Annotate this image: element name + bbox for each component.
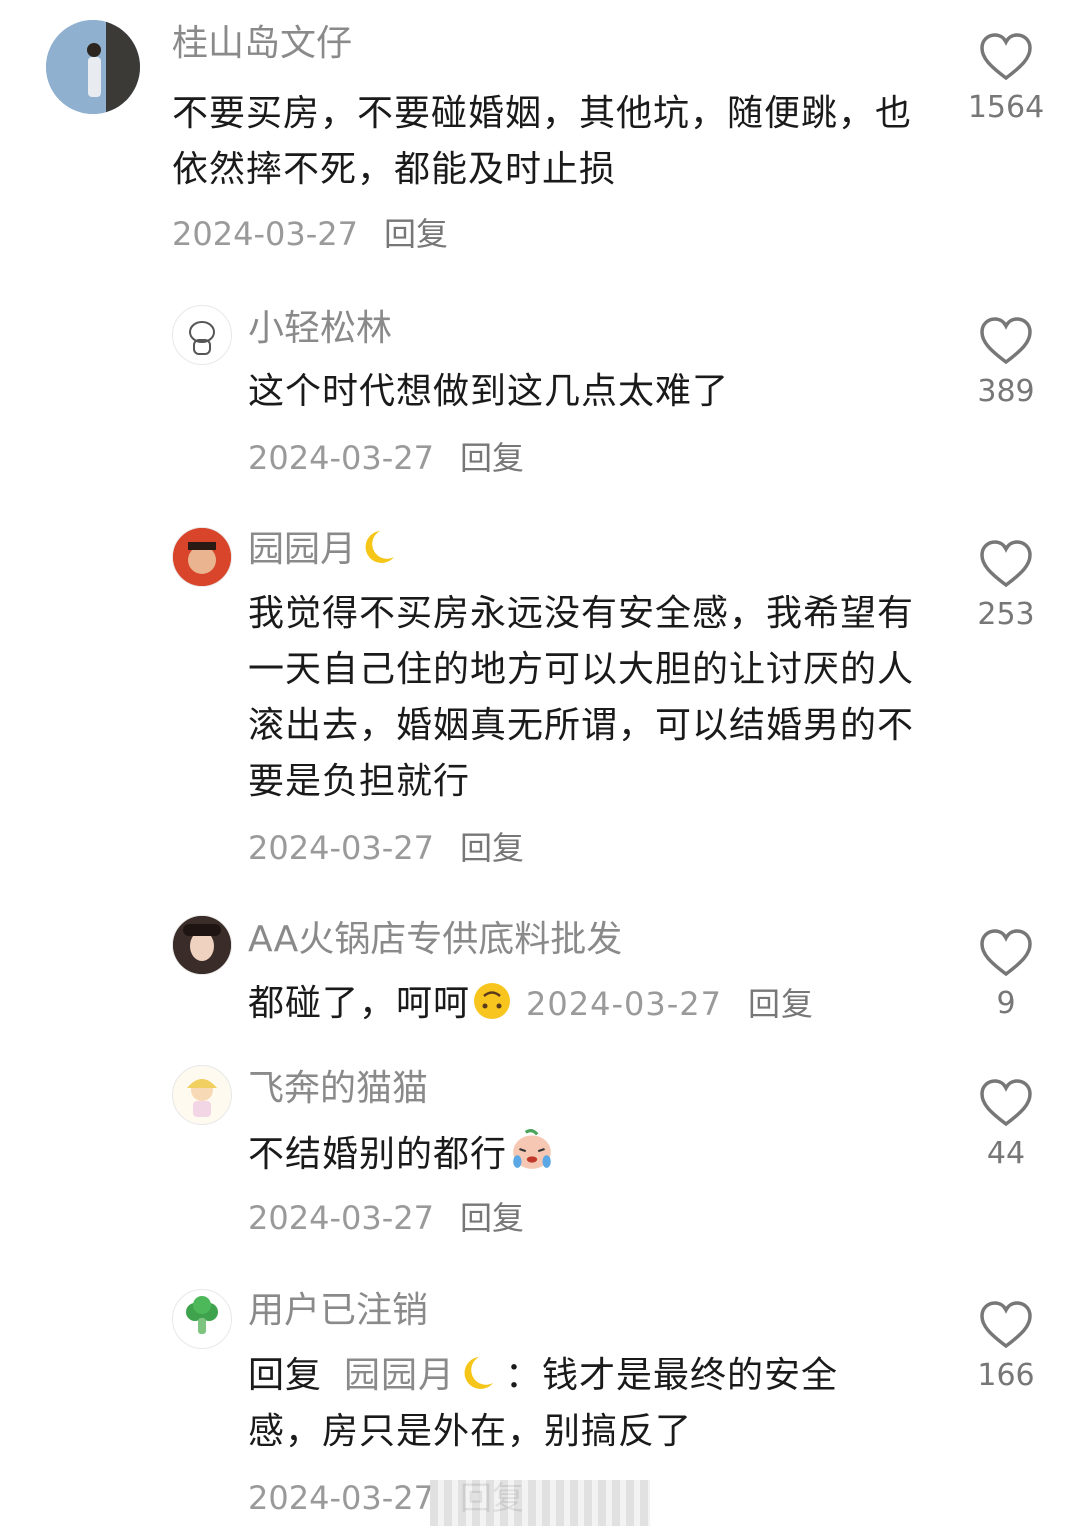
heart-outline-icon xyxy=(980,33,1032,81)
like-count: 389 xyxy=(977,374,1035,409)
comment-username[interactable]: 飞奔的猫猫 xyxy=(248,1065,428,1113)
heart-outline-icon xyxy=(980,929,1032,977)
watermark-blur xyxy=(430,1480,650,1526)
username-text: 园园月 xyxy=(248,529,357,570)
reply-button[interactable]: 回复 xyxy=(384,215,448,253)
avatar[interactable] xyxy=(172,915,232,975)
like-button[interactable]: 253 xyxy=(966,539,1046,635)
like-button[interactable]: 389 xyxy=(966,316,1046,412)
like-count: 253 xyxy=(977,597,1035,632)
crescent-moon-emoji xyxy=(365,531,395,563)
avatar-photo xyxy=(173,916,231,974)
avatar[interactable] xyxy=(172,305,232,365)
avatar[interactable] xyxy=(172,1289,232,1349)
comment-meta: 2024-03-27 回复 xyxy=(248,826,524,870)
avatar[interactable] xyxy=(172,1065,232,1125)
comment-meta: 2024-03-27 回复 xyxy=(248,436,524,480)
like-count: 44 xyxy=(986,1136,1026,1171)
comment-date: 2024-03-27 xyxy=(172,215,358,253)
like-count: 9 xyxy=(996,986,1016,1021)
upside-down-face-emoji xyxy=(474,983,511,1019)
comment-date: 2024-03-27 xyxy=(526,985,722,1023)
crescent-moon-emoji xyxy=(464,1357,494,1389)
comment-username[interactable]: 用户已注销 xyxy=(248,1287,428,1335)
like-button[interactable]: 1564 xyxy=(966,32,1046,128)
comment-date: 2024-03-27 xyxy=(248,439,434,477)
reply-button[interactable]: 回复 xyxy=(460,1199,524,1237)
heart-outline-icon xyxy=(980,1079,1032,1127)
comment-text: 钱才是最终的安全 xyxy=(542,1355,839,1396)
like-button[interactable]: 44 xyxy=(966,1078,1046,1174)
reply-button[interactable]: 回复 xyxy=(748,985,814,1023)
comment-text: 这个时代想做到这几点太难了 xyxy=(248,371,730,412)
like-count: 166 xyxy=(977,1358,1035,1393)
comment-text: 不结婚别的都行 xyxy=(248,1134,508,1175)
comment-username[interactable]: 园园月 xyxy=(248,526,398,574)
heart-outline-icon xyxy=(980,540,1032,588)
reply-target-username[interactable]: 园园月 xyxy=(344,1355,455,1396)
comment-text: 感，房只是外在，别搞反了 xyxy=(248,1411,693,1452)
avatar[interactable] xyxy=(46,20,140,114)
comment-username[interactable]: AA火锅店专供底料批发 xyxy=(248,916,622,964)
comment-text: 不要买房，不要碰婚姻，其他坑，随便跳，也依然摔不死，都能及时止损 xyxy=(172,93,913,190)
comment-date: 2024-03-27 xyxy=(248,829,434,867)
comment-text: 我觉得不买房永远没有安全感，我希望有一天自己住的地方可以大胆的让讨厌的人滚出去，… xyxy=(248,593,915,802)
reply-prefix: 回复 xyxy=(248,1355,323,1396)
like-button[interactable]: 166 xyxy=(966,1300,1046,1396)
reply-button[interactable]: 回复 xyxy=(460,439,524,477)
comment-meta: 2024-03-27 回复 xyxy=(248,1196,524,1240)
comment-text-row: 不结婚别的都行 xyxy=(248,1126,928,1183)
avatar-photo xyxy=(173,528,231,586)
crying-face-emoji xyxy=(513,1129,551,1169)
heart-outline-icon xyxy=(980,1301,1032,1349)
like-button[interactable]: 9 xyxy=(966,928,1046,1024)
heart-outline-icon xyxy=(980,317,1032,365)
avatar-cartoon xyxy=(187,1079,217,1117)
reply-colon: ： xyxy=(505,1355,543,1396)
avatar-photo xyxy=(46,20,140,114)
comment-text: 都碰了，呵呵 xyxy=(248,983,471,1024)
broccoli-icon xyxy=(186,1296,218,1334)
comment-date: 2024-03-27 xyxy=(248,1199,434,1237)
reply-button[interactable]: 回复 xyxy=(460,829,524,867)
like-count: 1564 xyxy=(967,90,1045,125)
avatar-cartoon xyxy=(189,321,215,355)
comment-username[interactable]: 桂山岛文仔 xyxy=(172,20,352,68)
avatar[interactable] xyxy=(172,527,232,587)
comment-username[interactable]: 小轻松林 xyxy=(248,305,392,353)
comment-text-line: 回复 园园月 ：钱才是最终的安全 xyxy=(248,1348,928,1404)
comment-meta: 2024-03-27 回复 xyxy=(172,212,448,256)
comment-text-row: 都碰了，呵呵 2024-03-27 回复 xyxy=(248,976,948,1032)
comment-date: 2024-03-27 xyxy=(248,1479,434,1517)
